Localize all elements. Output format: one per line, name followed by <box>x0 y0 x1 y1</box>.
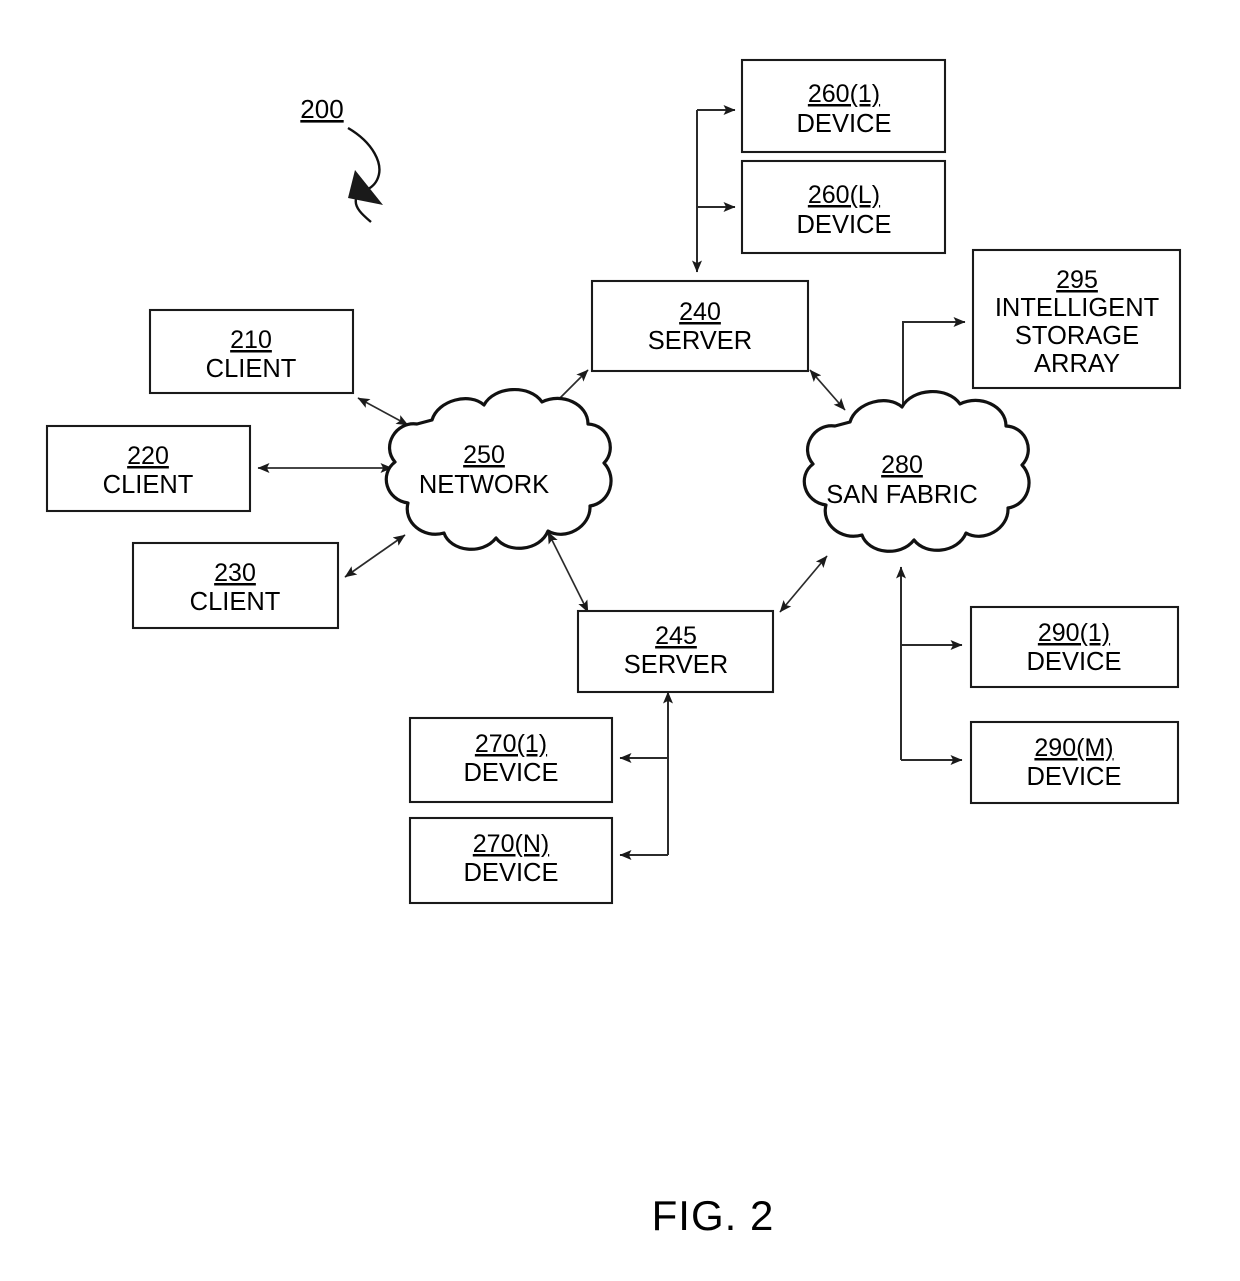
device-260-L-label: DEVICE <box>797 211 892 239</box>
network-250-number: 250 <box>463 441 505 469</box>
client-230-number: 230 <box>214 559 256 587</box>
node-device-290-M[interactable]: 290(M) DEVICE <box>969 720 1180 805</box>
node-device-270-1[interactable]: 270(1) DEVICE <box>408 716 614 804</box>
connector-client-210-network <box>357 397 409 426</box>
node-client-210[interactable]: 210 CLIENT <box>148 308 355 395</box>
connector-group-devices270-server245 <box>619 691 673 860</box>
network-architecture-diagram: 200 260(1) DEVICE 260(L) DEVICE 295 INTE… <box>45 58 1182 1239</box>
client-230-label: CLIENT <box>190 588 281 616</box>
storage-array-295-label-line3: ARRAY <box>1034 350 1120 378</box>
storage-array-295-label-line2: STORAGE <box>1015 322 1139 350</box>
node-device-260-L[interactable]: 260(L) DEVICE <box>740 159 947 255</box>
device-270-N-number: 270(N) <box>473 830 549 858</box>
network-250-label: NETWORK <box>419 471 549 499</box>
node-device-260-1[interactable]: 260(1) DEVICE <box>740 58 947 154</box>
server-245-label: SERVER <box>624 651 728 679</box>
figure-reference-number: 200 <box>300 94 343 124</box>
connector-server-245-san-fabric <box>779 555 828 613</box>
device-270-1-label: DEVICE <box>464 759 559 787</box>
device-290-M-number: 290(M) <box>1034 734 1113 762</box>
figure-reference-200: 200 <box>300 94 383 223</box>
node-server-245[interactable]: 245 SERVER <box>576 609 775 694</box>
server-240-label: SERVER <box>648 327 752 355</box>
network-250-cloud[interactable] <box>384 387 613 551</box>
san-fabric-280-number: 280 <box>881 451 923 479</box>
connector-server-245-network <box>547 531 589 613</box>
server-240-box[interactable] <box>590 279 810 373</box>
device-290-1-label: DEVICE <box>1027 648 1122 676</box>
device-290-M-label: DEVICE <box>1027 763 1122 791</box>
device-290-1-number: 290(1) <box>1038 619 1110 647</box>
figure-caption: FIG. 2 <box>652 1192 775 1239</box>
server-245-number: 245 <box>655 622 697 650</box>
connector-client-230-network <box>344 534 406 578</box>
device-260-1-label: DEVICE <box>797 110 892 138</box>
node-client-230[interactable]: 230 CLIENT <box>131 541 340 630</box>
device-270-N-label: DEVICE <box>464 859 559 887</box>
node-storage-array-295[interactable]: 295 INTELLIGENT STORAGE ARRAY <box>971 248 1182 390</box>
device-260-1-number: 260(1) <box>808 80 880 108</box>
client-220-label: CLIENT <box>103 471 194 499</box>
device-260-L-number: 260(L) <box>808 181 880 209</box>
device-270-1-number: 270(1) <box>475 730 547 758</box>
connector-group-devices290-sanfabric <box>896 566 963 765</box>
connector-server-240-san-fabric <box>809 369 846 411</box>
san-fabric-280-label: SAN FABRIC <box>826 481 978 509</box>
node-server-240[interactable]: 240 SERVER <box>590 279 810 373</box>
node-network-250[interactable]: 250 NETWORK <box>384 387 613 551</box>
patent-figure: 200 260(1) DEVICE 260(L) DEVICE 295 INTE… <box>0 0 1240 1281</box>
client-210-label: CLIENT <box>206 355 297 383</box>
storage-array-295-label-line1: INTELLIGENT <box>995 294 1159 322</box>
storage-array-295-number: 295 <box>1056 266 1098 294</box>
node-device-290-1[interactable]: 290(1) DEVICE <box>969 605 1180 689</box>
node-client-220[interactable]: 220 CLIENT <box>45 424 252 513</box>
client-220-number: 220 <box>127 442 169 470</box>
node-device-270-N[interactable]: 270(N) DEVICE <box>408 816 614 905</box>
connector-group-server240-devices260 <box>692 105 736 273</box>
figure-lead-line <box>347 126 381 223</box>
node-san-fabric-280[interactable]: 280 SAN FABRIC <box>802 389 1031 553</box>
client-210-number: 210 <box>230 326 272 354</box>
server-240-number: 240 <box>679 298 721 326</box>
